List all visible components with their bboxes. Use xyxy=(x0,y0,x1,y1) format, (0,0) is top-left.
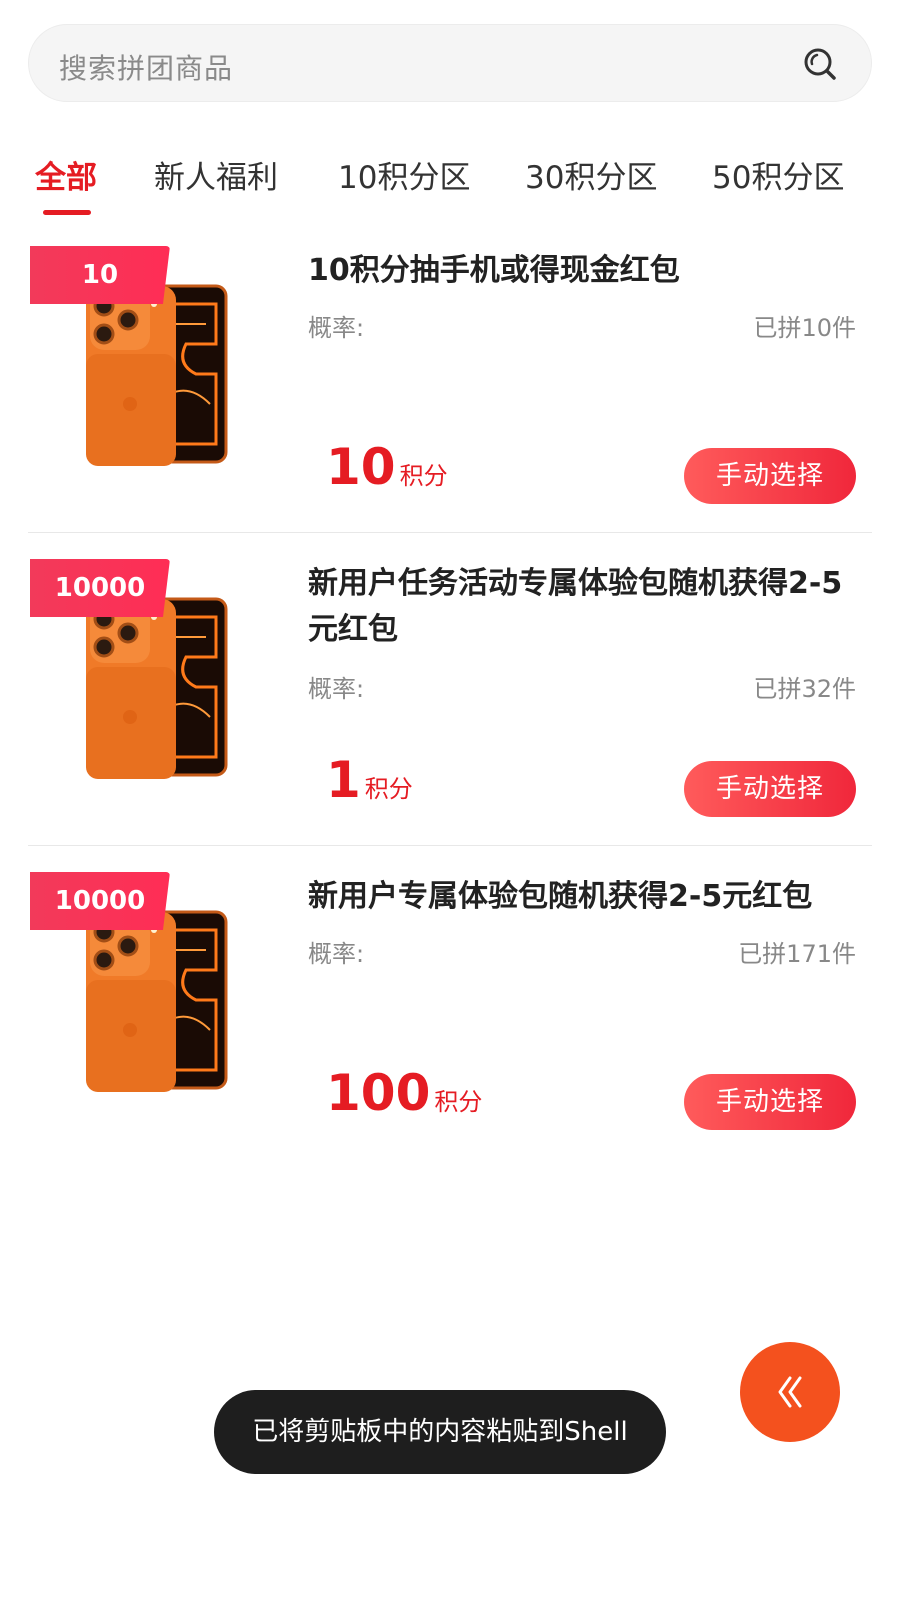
manual-select-button[interactable]: 手动选择 xyxy=(684,761,856,817)
points-badge: 10 xyxy=(30,246,170,304)
floating-collapse-button[interactable] xyxy=(740,1342,840,1442)
double-chevron-left-icon xyxy=(778,1376,802,1408)
price-unit: 积分 xyxy=(399,462,448,490)
product-card[interactable]: 10000 新用户任务活动专属体验包随机获得2-5元红包 概率: 已拼32件 1… xyxy=(0,553,900,866)
probability-label: 概率: xyxy=(308,314,365,342)
price-unit: 积分 xyxy=(434,1088,483,1116)
divider xyxy=(28,845,872,846)
points-badge: 10000 xyxy=(30,559,170,617)
price-value: 1 xyxy=(326,751,361,809)
manual-select-button[interactable]: 手动选择 xyxy=(684,1074,856,1130)
price: 100 积分 xyxy=(326,1064,482,1122)
product-card[interactable]: 10000 新用户专属体验包随机获得2-5元红包 概率: 已拼171件 100 … xyxy=(0,866,900,1179)
search-bar[interactable]: 搜索拼团商品 xyxy=(28,24,872,102)
search-icon[interactable] xyxy=(801,45,839,83)
category-tabs: 全部 新人福利 10积分区 30积分区 50积分区 xyxy=(0,140,900,230)
price: 1 积分 xyxy=(326,751,413,809)
tab-new-user-benefits[interactable]: 新人福利 xyxy=(154,152,278,197)
active-tab-indicator xyxy=(43,210,91,215)
sold-count: 已拼171件 xyxy=(738,940,856,968)
tab-all[interactable]: 全部 xyxy=(35,152,97,197)
price-unit: 积分 xyxy=(364,775,413,803)
tab-50-points[interactable]: 50积分区 xyxy=(712,152,844,197)
manual-select-button[interactable]: 手动选择 xyxy=(684,448,856,504)
price: 10 积分 xyxy=(326,438,448,496)
product-title: 10积分抽手机或得现金红包 xyxy=(308,253,680,288)
toast-message: 已将剪贴板中的内容粘贴到Shell xyxy=(214,1390,666,1474)
probability-label: 概率: xyxy=(308,940,365,968)
sold-count: 已拼10件 xyxy=(753,314,856,342)
product-title: 新用户任务活动专属体验包随机获得2-5元红包 xyxy=(308,566,843,647)
product-title: 新用户专属体验包随机获得2-5元红包 xyxy=(308,879,813,914)
probability-label: 概率: xyxy=(308,675,365,703)
divider xyxy=(28,532,872,533)
search-input[interactable]: 搜索拼团商品 xyxy=(59,47,233,87)
price-value: 10 xyxy=(326,438,396,496)
points-badge: 10000 xyxy=(30,872,170,930)
tab-10-points[interactable]: 10积分区 xyxy=(338,152,470,197)
price-value: 100 xyxy=(326,1064,431,1122)
product-card[interactable]: 10 10积分抽手机或得现金红包 概率: 已拼10件 10 积分 手动选择 xyxy=(0,240,900,553)
product-list: 10 10积分抽手机或得现金红包 概率: 已拼10件 10 积分 手动选择 10… xyxy=(0,240,900,1179)
sold-count: 已拼32件 xyxy=(753,675,856,703)
tab-30-points[interactable]: 30积分区 xyxy=(525,152,657,197)
